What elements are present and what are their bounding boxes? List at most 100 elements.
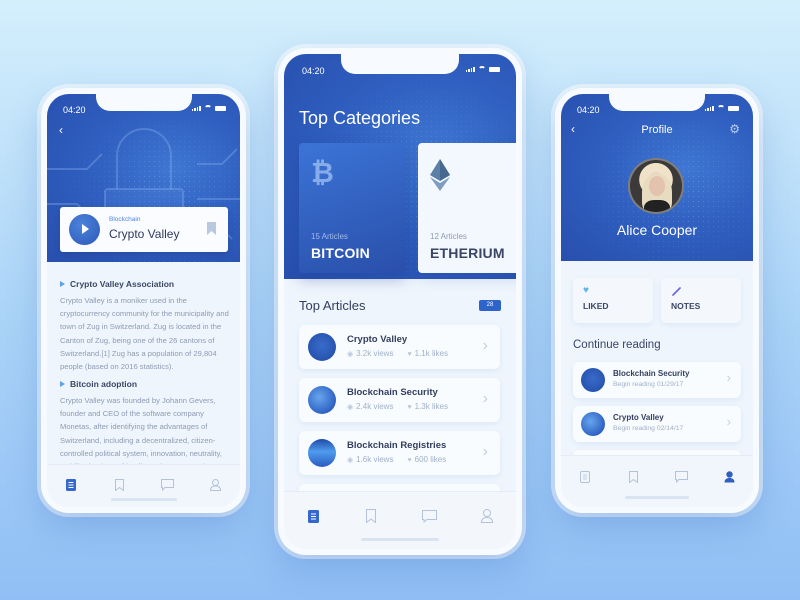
category-count: 15 Articles [311, 232, 348, 241]
tab-articles[interactable] [573, 465, 597, 489]
triangle-bullet-icon [60, 381, 65, 387]
notch [609, 94, 705, 111]
user-icon [481, 509, 493, 523]
tab-articles[interactable] [59, 473, 83, 497]
chevron-left-icon[interactable]: ‹ [59, 123, 63, 137]
bookmark-icon[interactable] [207, 222, 216, 235]
chevron-right-icon: › [726, 414, 731, 429]
article-title: Blockchain Registries [347, 440, 447, 451]
status-icons [704, 105, 739, 111]
bookmark-icon [114, 479, 124, 491]
article-thumbnail [581, 368, 605, 392]
bookmark-icon [628, 471, 638, 483]
signal-icon [704, 106, 714, 111]
article-row[interactable]: Crypto Valley ◉ 3.2k views ♥ 1.1k likes › [299, 325, 500, 369]
home-phone: 04:20 Top Categories ₿ 15 Articles BITCO… [278, 48, 522, 555]
article-likes: 1.1k likes [414, 349, 448, 358]
battery-icon [728, 106, 739, 111]
section-heading: Bitcoin adoption [70, 379, 138, 389]
signal-icon [465, 67, 475, 72]
section-title: Continue reading [573, 339, 661, 351]
document-icon [307, 509, 319, 523]
bookmark-icon [366, 509, 376, 523]
wifi-icon [478, 66, 486, 72]
chat-icon [421, 509, 437, 523]
status-time: 04:20 [302, 66, 325, 76]
gear-icon[interactable]: ⚙ [729, 122, 740, 136]
play-icon[interactable] [69, 214, 100, 245]
article-screen: 04:20 ‹ Blockchain Crypto Valley Crypto … [47, 94, 240, 507]
article-title: Crypto Valley [109, 227, 180, 241]
reading-row[interactable]: Crypto Valley Begin reading 02/14/17 › [573, 406, 741, 442]
article-views: 1.6k views [356, 455, 394, 464]
article-section: Crypto Valley Association Crypto Valley … [60, 279, 230, 373]
article-header-card: Blockchain Crypto Valley [60, 207, 228, 252]
stat-label: NOTES [671, 301, 701, 311]
status-icons [465, 66, 500, 72]
article-views: 3.2k views [356, 349, 394, 358]
profile-name: Alice Cooper [616, 222, 698, 238]
category-name: BITCOIN [311, 245, 370, 261]
tab-bar [284, 491, 516, 549]
category-card-bitcoin[interactable]: ₿ 15 Articles BITCOIN [299, 143, 406, 273]
reading-row[interactable]: Blockchain Security Begin reading 01/29/… [573, 362, 741, 398]
notes-card[interactable]: NOTES [661, 278, 741, 323]
tab-messages[interactable] [417, 504, 441, 528]
chevron-right-icon: › [482, 443, 488, 460]
article-thumbnail [308, 386, 336, 414]
battery-icon [489, 67, 500, 72]
tab-profile[interactable] [204, 473, 228, 497]
article-row[interactable]: Blockchain Registries ◉ 1.6k views ♥ 600 li… [299, 431, 500, 475]
home-indicator [361, 538, 439, 541]
tab-messages[interactable] [156, 473, 180, 497]
category-count: 12 Articles [430, 232, 467, 241]
status-time: 04:20 [577, 105, 600, 115]
category-name: ETHERIUM [430, 245, 505, 261]
article-row[interactable]: Blockchain Security ◉ 2.4k views ♥ 1.3k lik… [299, 378, 500, 422]
home-indicator [110, 498, 177, 501]
bitcoin-icon: ₿ [311, 157, 334, 188]
article-views: 2.4k views [356, 402, 394, 411]
notch [95, 94, 192, 111]
liked-card[interactable]: ♥ LIKED [573, 278, 653, 323]
triangle-bullet-icon [60, 281, 65, 287]
signal-icon [191, 106, 201, 111]
chevron-right-icon: › [482, 337, 488, 354]
heart-icon: ♥ [407, 457, 412, 464]
profile-phone: 04:20 ‹ Profile ⚙ Alice Cooper ♥ LIKED N… [555, 88, 759, 513]
article-thumbnail [308, 333, 336, 361]
chevron-right-icon: › [726, 370, 731, 385]
article-likes: 600 likes [414, 455, 447, 464]
reading-title: Crypto Valley [613, 413, 664, 422]
page-title: Top Categories [299, 108, 421, 128]
article-title: Blockchain Security [347, 387, 438, 398]
eye-icon: ◉ [347, 351, 354, 358]
pencil-icon [672, 287, 681, 296]
reading-title: Blockchain Security [613, 369, 690, 378]
heart-icon: ♥ [583, 285, 589, 296]
page-title: Profile [641, 124, 673, 136]
wifi-icon [717, 105, 725, 111]
tab-bookmarks[interactable] [359, 504, 383, 528]
eye-icon: ◉ [347, 404, 354, 411]
document-icon [66, 479, 77, 491]
tab-bookmarks[interactable] [621, 465, 645, 489]
heart-icon: ♥ [407, 351, 412, 358]
section-heading: Crypto Valley Association [70, 279, 175, 289]
tab-bookmarks[interactable] [107, 473, 131, 497]
article-thumbnail [581, 412, 605, 436]
user-icon [724, 471, 734, 483]
article-likes: 1.3k likes [414, 402, 448, 411]
heart-icon: ♥ [407, 404, 412, 411]
eye-icon: ◉ [347, 457, 354, 464]
section-title: Top Articles [299, 298, 366, 313]
tab-messages[interactable] [669, 465, 693, 489]
stat-label: LIKED [583, 301, 609, 311]
tab-profile[interactable] [475, 504, 499, 528]
article-thumbnail [308, 439, 336, 467]
user-icon [210, 479, 222, 491]
category-card-ethereum[interactable]: 12 Articles ETHERIUM [418, 143, 516, 273]
notch [341, 54, 459, 74]
tab-articles[interactable] [301, 504, 325, 528]
tab-profile[interactable] [717, 465, 741, 489]
